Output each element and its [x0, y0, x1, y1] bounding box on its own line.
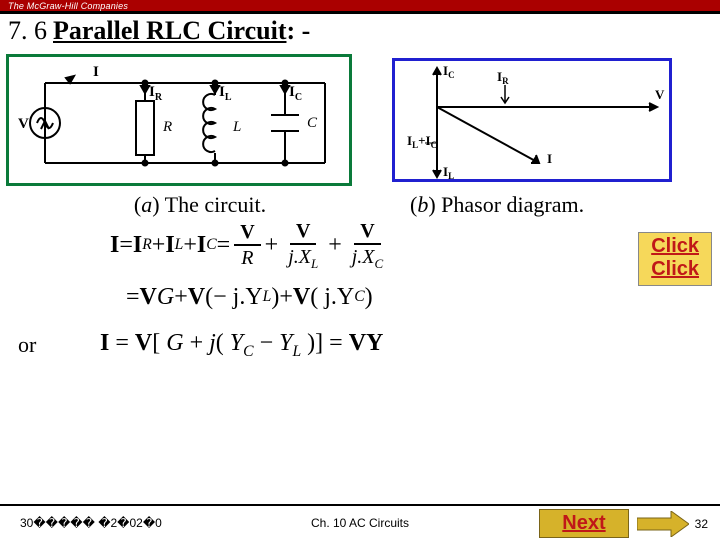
- section-heading: Parallel RLC Circuit: [53, 16, 286, 46]
- svg-text:V: V: [18, 116, 29, 132]
- svg-text:V: V: [655, 87, 665, 102]
- section-title: 7. 6 Parallel RLC Circuit : -: [0, 14, 720, 52]
- svg-text:I: I: [93, 64, 99, 80]
- equation-line-2: = VG + V(− j.YL) + V( j.YC): [110, 270, 720, 324]
- figure-row: I IR IL IC V R L C IC IR: [0, 52, 720, 186]
- or-label: or: [18, 332, 100, 358]
- next-arrow-icon: [637, 511, 689, 537]
- caption-a: (a) The circuit.: [20, 192, 380, 218]
- figure-circuit: I IR IL IC V R L C: [6, 54, 352, 186]
- brand-text: The McGraw-Hill Companies: [8, 1, 128, 11]
- captions-row: (a) The circuit. (b) Phasor diagram.: [0, 186, 720, 218]
- caption-b: (b) Phasor diagram.: [410, 192, 700, 218]
- svg-text:L: L: [232, 119, 241, 135]
- or-row: or I = V[ G + j( YC − YL )] = VY: [0, 330, 720, 361]
- section-suffix: : -: [286, 16, 310, 46]
- equation-line-1: I = IR + IL + IC = VR + Vj.XL + Vj.XC: [110, 220, 720, 270]
- svg-text:IC: IC: [443, 63, 455, 80]
- svg-text:R: R: [162, 119, 172, 135]
- svg-text:IL+IC: IL+IC: [407, 133, 437, 150]
- circuit-svg: I IR IL IC V R L C: [15, 61, 345, 181]
- svg-text:IR: IR: [497, 69, 509, 86]
- footer: 30����� �2�02�0 Ch. 10 AC Circuits Next …: [0, 506, 720, 540]
- brand-bar: The McGraw-Hill Companies: [0, 0, 720, 14]
- phasor-svg: IC IR V IL+IC I IL: [397, 63, 667, 179]
- svg-text:IL: IL: [443, 164, 454, 179]
- section-number: 7. 6: [8, 16, 47, 46]
- svg-text:I: I: [547, 151, 552, 166]
- equation-line-3: I = V[ G + j( YC − YL )] = VY: [100, 330, 383, 361]
- page-number: 32: [695, 517, 708, 531]
- footer-right: Next 32: [539, 509, 716, 538]
- next-button[interactable]: Next: [539, 509, 628, 538]
- footer-chapter: Ch. 10 AC Circuits: [311, 516, 409, 530]
- figure-phasor: IC IR V IL+IC I IL: [392, 58, 672, 182]
- svg-text:IC: IC: [289, 84, 302, 103]
- click-line-1: Click: [651, 235, 699, 258]
- svg-text:IL: IL: [219, 84, 232, 103]
- svg-text:C: C: [307, 115, 318, 131]
- click-line-2: Click: [651, 258, 699, 281]
- click-button[interactable]: Click Click: [638, 232, 712, 286]
- footer-date: 30����� �2�02�0: [20, 516, 220, 530]
- equation-block: I = IR + IL + IC = VR + Vj.XL + Vj.XC = …: [0, 220, 720, 324]
